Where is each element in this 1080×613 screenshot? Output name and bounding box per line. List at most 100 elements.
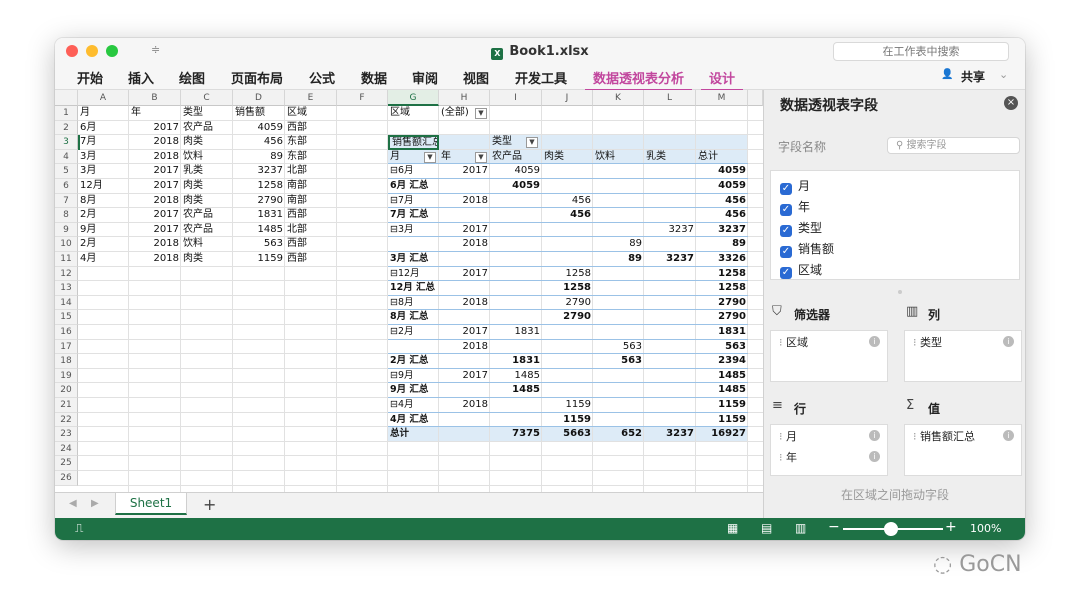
pane-splitter-handle[interactable] [898,290,902,294]
checkbox-checked-icon[interactable]: ✓ [780,246,792,258]
ribbon-tab-1[interactable]: 插入 [128,68,154,87]
zone-item-row[interactable]: ⁝ 月 [779,428,797,444]
row-header-25[interactable]: 25 [55,456,78,471]
field-item-2[interactable]: ✓ 类型 [780,219,822,237]
drag-handle-icon[interactable]: ⁝ [779,451,786,464]
ribbon-tab-2[interactable]: 绘图 [179,68,205,87]
column-header-M[interactable]: M [696,90,748,106]
sheet-search-input[interactable]: 在工作表中搜索 [833,42,1009,61]
drag-handle-icon[interactable]: ⁝ [779,336,786,349]
drag-handle-icon[interactable]: ⁝ [913,430,920,443]
zoom-slider-knob[interactable] [884,522,898,536]
filter-dropdown-button[interactable]: ▼ [475,108,487,119]
checkbox-checked-icon[interactable]: ✓ [780,204,792,216]
row-header-17[interactable]: 17 [55,339,78,355]
select-all-corner[interactable] [55,90,78,106]
zone-item-row[interactable]: ⁝ 年 [779,449,797,465]
row-header-19[interactable]: 19 [55,368,78,384]
info-icon[interactable]: i [869,430,880,441]
column-header-B[interactable]: B [129,90,181,106]
column-header-H[interactable]: H [439,90,490,106]
ribbon-collapse-chevron-icon[interactable]: ⌄ [999,68,1008,81]
column-header-G[interactable]: G [388,90,439,106]
zone-item-filter[interactable]: ⁝ 区域 [779,334,808,350]
ribbon-tab-9[interactable]: 数据透视表分析 [584,68,693,92]
field-item-4[interactable]: ✓ 区域 [780,261,822,279]
row-header-1[interactable]: 1 [55,106,78,121]
ribbon-tab-7[interactable]: 视图 [463,68,489,87]
zone-item-column[interactable]: ⁝ 类型 [913,334,942,350]
column-header-L[interactable]: L [644,90,696,106]
row-header-8[interactable]: 8 [55,208,78,223]
row-header-21[interactable]: 21 [55,398,78,413]
row-header-11[interactable]: 11 [55,252,78,267]
column-header-I[interactable]: I [490,90,542,106]
ribbon-tab-3[interactable]: 页面布局 [231,68,283,87]
normal-view-icon[interactable]: ▦ [727,521,738,535]
year-field-dropdown-button[interactable]: ▼ [475,151,487,163]
ribbon-tab-8[interactable]: 开发工具 [515,68,567,87]
field-item-0[interactable]: ✓ 月 [780,177,810,195]
info-icon[interactable]: i [1003,336,1014,347]
sheet-tab-sheet1[interactable]: Sheet1 [115,493,187,515]
page-break-view-icon[interactable]: ▥ [795,521,806,535]
prev-sheet-icon[interactable]: ◀ [69,498,77,509]
column-header-C[interactable]: C [181,90,233,106]
info-icon[interactable]: i [1003,430,1014,441]
field-search-input[interactable]: ⚲ 搜索字段 [887,137,1020,154]
rows-zone[interactable]: ⁝ 月 i ⁝ 年 i [770,424,888,476]
column-header-F[interactable]: F [337,90,388,106]
drag-handle-icon[interactable]: ⁝ [913,336,920,349]
field-item-3[interactable]: ✓ 销售额 [780,240,834,258]
row-header-3[interactable]: 3 [55,135,78,150]
zoom-in-button[interactable]: + [945,519,957,535]
ribbon-tab-6[interactable]: 审阅 [412,68,438,87]
column-header-D[interactable]: D [233,90,285,106]
next-sheet-icon[interactable]: ▶ [91,498,99,509]
zone-item-value[interactable]: ⁝ 销售额汇总 [913,428,975,444]
values-zone[interactable]: ⁝ 销售额汇总 i [904,424,1022,476]
row-header-7[interactable]: 7 [55,193,78,209]
row-header-14[interactable]: 14 [55,295,78,311]
column-header-J[interactable]: J [542,90,593,106]
row-header-23[interactable]: 23 [55,427,78,442]
info-icon[interactable]: i [869,336,880,347]
row-header-12[interactable]: 12 [55,266,78,282]
checkbox-checked-icon[interactable]: ✓ [780,225,792,237]
drag-handle-icon[interactable]: ⁝ [779,430,786,443]
zoom-out-button[interactable]: − [828,519,840,535]
macro-record-icon[interactable]: ⎍ [75,521,83,536]
filters-zone[interactable]: ⁝ 区域 i [770,330,888,382]
row-header-18[interactable]: 18 [55,354,78,369]
info-icon[interactable]: i [869,451,880,462]
row-header-4[interactable]: 4 [55,149,78,165]
add-sheet-button[interactable]: + [203,495,216,514]
ribbon-tab-0[interactable]: 开始 [77,68,103,87]
row-header-13[interactable]: 13 [55,281,78,296]
share-button[interactable]: 共享 [961,68,985,85]
share-person-icon[interactable]: 👤 [941,69,953,80]
row-header-6[interactable]: 6 [55,179,78,194]
column-header-A[interactable]: A [78,90,129,106]
month-field-dropdown-button[interactable]: ▼ [424,151,436,163]
row-header-16[interactable]: 16 [55,325,78,340]
spreadsheet-grid[interactable]: A B C D E F G H I J K L M 1 2 3 4 5 6 7 8 9 10 11 12 13 14 15 16 17 18… [55,90,763,492]
field-item-1[interactable]: ✓ 年 [780,198,810,216]
row-header-9[interactable]: 9 [55,222,78,238]
column-header-K[interactable]: K [593,90,644,106]
page-layout-view-icon[interactable]: ▤ [761,521,772,535]
row-header-20[interactable]: 20 [55,383,78,398]
ribbon-tab-10[interactable]: 设计 [700,68,744,92]
columns-zone[interactable]: ⁝ 类型 i [904,330,1022,382]
row-header-5[interactable]: 5 [55,164,78,179]
ribbon-tab-4[interactable]: 公式 [309,68,335,87]
column-header-E[interactable]: E [285,90,337,106]
row-header-24[interactable]: 24 [55,441,78,457]
ribbon-tab-5[interactable]: 数据 [361,68,387,87]
checkbox-checked-icon[interactable]: ✓ [780,183,792,195]
row-header-15[interactable]: 15 [55,310,78,325]
checkbox-checked-icon[interactable]: ✓ [780,267,792,279]
pane-close-icon[interactable]: × [1004,96,1018,110]
row-header-2[interactable]: 2 [55,120,78,136]
row-header-26[interactable]: 26 [55,471,78,486]
